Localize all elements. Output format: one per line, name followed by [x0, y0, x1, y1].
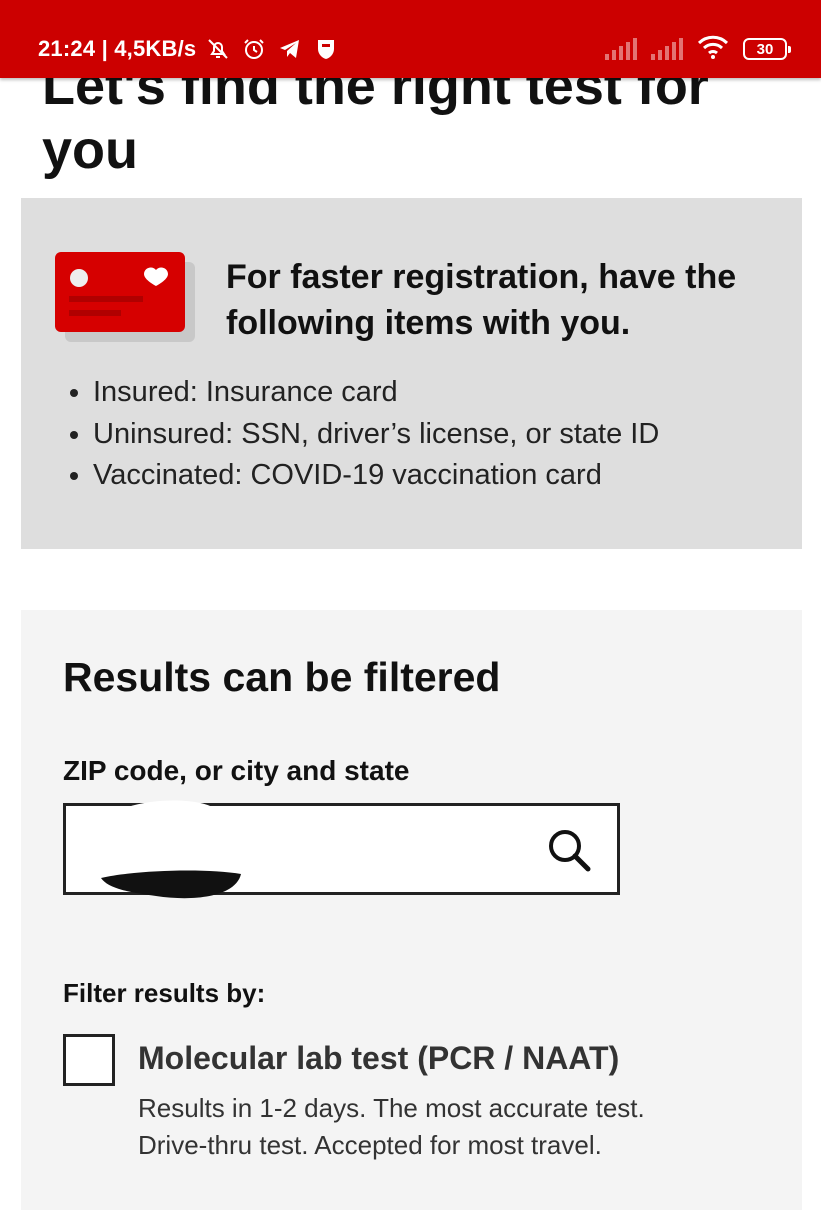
status-time-speed: 21:24 | 4,5KB/s: [38, 36, 197, 61]
redaction-mark: [96, 798, 246, 908]
list-item: Uninsured: SSN, driver’s license, or sta…: [93, 414, 659, 456]
search-button[interactable]: [545, 826, 593, 874]
status-bar-left: 21:24 | 4,5KB/s: [38, 34, 340, 64]
zip-search-box: [63, 800, 620, 899]
signal-no-service-icon: [651, 38, 683, 60]
alarm-clock-icon: [240, 35, 268, 63]
registration-heading: For faster registration, have the follow…: [226, 258, 737, 342]
registration-info-box: For faster registration, have the follow…: [21, 198, 802, 549]
status-bar-right: 30: [605, 34, 791, 64]
zip-label: ZIP code, or city and state: [63, 755, 410, 786]
telegram-icon: [276, 35, 304, 63]
signal-icon: [605, 38, 637, 60]
status-bar: 21:24 | 4,5KB/s 30: [0, 0, 821, 78]
battery-icon: 30: [743, 38, 791, 60]
list-item: Insured: Insurance card: [93, 372, 659, 414]
filter-panel: Results can be filtered ZIP code, or cit…: [21, 610, 802, 1210]
search-icon: [549, 830, 591, 872]
option-description-line: Results in 1-2 days. The most accurate t…: [138, 1093, 645, 1123]
muted-bell-icon: [204, 35, 232, 63]
wifi-icon: [697, 35, 729, 64]
pcr-test-option-title[interactable]: Molecular lab test (PCR / NAAT): [138, 1040, 619, 1077]
pcr-test-option-description: Results in 1-2 days. The most accurate t…: [138, 1090, 758, 1164]
filter-by-label: Filter results by:: [63, 978, 266, 1008]
app-notification-icon: [312, 35, 340, 63]
list-item: Vaccinated: COVID-19 vaccination card: [93, 455, 659, 497]
health-card-icon: [55, 252, 197, 344]
pcr-test-checkbox[interactable]: [63, 1034, 115, 1086]
option-description-line: Drive-thru test. Accepted for most trave…: [138, 1130, 602, 1160]
required-items-list: Insured: Insurance card Uninsured: SSN, …: [67, 372, 659, 497]
battery-level: 30: [756, 40, 774, 58]
filter-heading: Results can be filtered: [63, 654, 501, 700]
